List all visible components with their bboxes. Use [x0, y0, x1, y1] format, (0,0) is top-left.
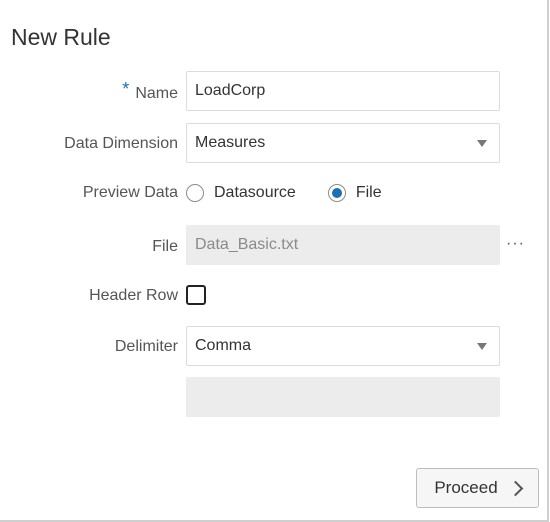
- chevron-down-icon: [477, 140, 487, 147]
- name-label-text: Name: [135, 85, 178, 102]
- data-dimension-label: Data Dimension: [64, 135, 178, 152]
- datasource-radio-label[interactable]: Datasource: [214, 184, 296, 202]
- proceed-button-label: Proceed: [434, 478, 498, 497]
- data-dimension-select[interactable]: Measures: [186, 123, 500, 163]
- name-label: * Name: [122, 79, 178, 103]
- delimiter-select[interactable]: Comma: [186, 326, 500, 366]
- preview-data-radio-group: Datasource File: [186, 180, 382, 206]
- chevron-right-icon: [507, 480, 523, 496]
- extra-readonly-field: [186, 377, 500, 417]
- delimiter-value: Comma: [195, 337, 252, 354]
- file-input: Data_Basic.txt: [186, 225, 500, 265]
- required-marker: *: [122, 79, 130, 99]
- file-radio-label[interactable]: File: [356, 184, 382, 202]
- delimiter-label: Delimiter: [114, 338, 178, 355]
- datasource-radio[interactable]: [186, 184, 204, 202]
- file-label: File: [152, 238, 178, 255]
- header-row-checkbox[interactable]: [186, 285, 206, 305]
- header-row-label: Header Row: [89, 287, 178, 304]
- dialog-title: New Rule: [11, 24, 111, 50]
- data-dimension-value: Measures: [195, 134, 266, 151]
- proceed-button[interactable]: Proceed: [416, 468, 539, 508]
- preview-data-label: Preview Data: [82, 184, 178, 201]
- more-options-icon[interactable]: ···: [506, 235, 525, 253]
- file-radio[interactable]: [327, 184, 346, 202]
- chevron-down-icon: [477, 343, 487, 350]
- radio-selected-dot: [331, 188, 342, 198]
- name-input[interactable]: LoadCorp: [186, 71, 500, 111]
